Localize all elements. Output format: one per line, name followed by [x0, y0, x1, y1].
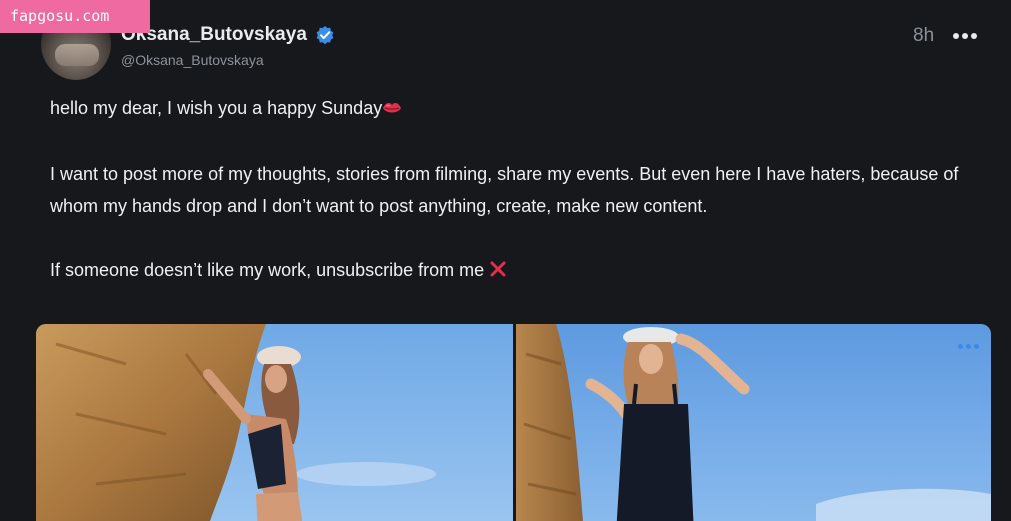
post-paragraph-2: I want to post more of my thoughts, stor…	[50, 164, 959, 216]
post-body: hello my dear, I wish you a happy Sunday…	[50, 92, 990, 320]
post-page: fapgosu.com Oksana_Butovskaya @Oksana_Bu…	[0, 0, 1011, 521]
cross-mark-icon	[489, 256, 507, 288]
user-handle[interactable]: @Oksana_Butovskaya	[121, 52, 264, 68]
media-grid	[36, 324, 991, 521]
verified-check-icon	[315, 25, 335, 45]
post-text-unsubscribe: If someone doesn’t like my work, unsubsc…	[50, 260, 485, 280]
post-timestamp[interactable]: 8h	[913, 25, 934, 47]
post-line-1: hello my dear, I wish you a happy Sunday	[50, 92, 990, 126]
post-text-greeting: hello my dear, I wish you a happy Sunday	[50, 98, 383, 118]
photo-left[interactable]	[36, 324, 513, 521]
watermark: fapgosu.com	[0, 0, 150, 33]
more-horizontal-icon[interactable]	[950, 26, 980, 46]
avatar-image	[55, 44, 99, 66]
post-line-3: If someone doesn’t like my work, unsubsc…	[50, 254, 990, 288]
photo-more-horizontal-icon[interactable]	[958, 344, 979, 349]
kiss-lips-icon	[382, 94, 402, 126]
photo-right[interactable]	[516, 324, 991, 521]
author-name-row: Oksana_Butovskaya	[121, 24, 335, 46]
